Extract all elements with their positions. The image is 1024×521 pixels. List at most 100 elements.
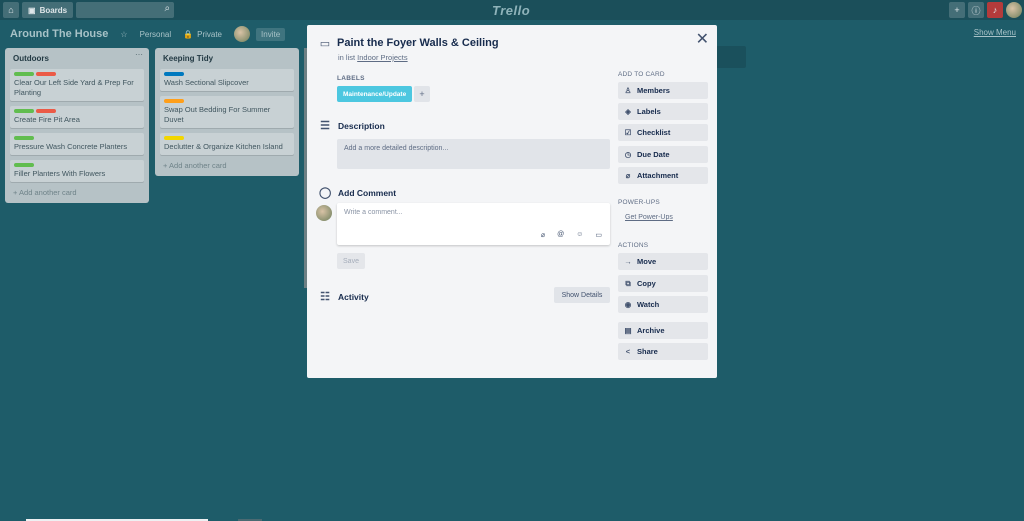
card-text: Declutter & Organize Kitchen Island (164, 142, 283, 151)
list-title[interactable]: Keeping Tidy (163, 54, 291, 63)
add-card-button[interactable]: + Add another card (13, 188, 141, 197)
comment-input[interactable]: Write a comment... ⌀ @ ☺ ▭ (337, 203, 610, 245)
card-detail-modal: ✕ ▭ Paint the Foyer Walls & Ceiling in l… (307, 25, 717, 378)
tag-icon: ◈ (625, 107, 631, 116)
trello-logo[interactable]: Trello (492, 3, 530, 18)
list-outdoors: Outdoors ⋯ Clear Our Left Side Yard & Pr… (5, 48, 149, 203)
attachment-label: Attachment (637, 171, 679, 180)
due-date-label: Due Date (637, 150, 670, 159)
eye-icon: ◉ (624, 300, 632, 309)
home-icon[interactable]: ⌂ (3, 2, 19, 18)
watch-label: Watch (637, 300, 660, 309)
list-card[interactable]: Pressure Wash Concrete Planters (10, 133, 144, 155)
clock-icon: ◷ (624, 150, 632, 159)
card-labels (164, 136, 290, 140)
list-card[interactable]: Filler Planters With Flowers (10, 160, 144, 182)
add-card-button[interactable]: + Add another card (163, 161, 291, 170)
in-list-prefix: in list (338, 53, 358, 62)
member-avatar[interactable] (234, 26, 251, 42)
top-bar: ⌂ ▣ Boards ⌕ Trello + ⓘ ♪ (0, 0, 1024, 20)
card-text: Wash Sectional Slipcover (164, 78, 249, 87)
lock-icon: 🔒 (183, 29, 194, 39)
save-button[interactable]: Save (337, 253, 365, 269)
list-card[interactable]: Swap Out Bedding For Summer Duvet (160, 96, 294, 128)
card-labels (14, 109, 140, 113)
invite-button[interactable]: Invite (256, 27, 286, 41)
list-card[interactable]: Create Fire Pit Area (10, 106, 144, 128)
card-link-icon[interactable]: ▭ (595, 231, 602, 239)
copy-icon: ⧉ (625, 278, 631, 288)
plus-icon[interactable]: + (949, 2, 965, 18)
card-header: ▭ Paint the Foyer Walls & Ceiling (319, 37, 499, 50)
actions-heading: ACTIONS (618, 242, 649, 249)
activity-heading: Activity (338, 291, 369, 302)
show-menu-link[interactable]: Show Menu (974, 28, 1016, 37)
mention-icon[interactable]: @ (557, 231, 564, 239)
boards-label: Boards (39, 5, 68, 15)
add-label-button[interactable]: + (414, 86, 430, 102)
bell-icon[interactable]: ♪ (987, 2, 1003, 18)
share-button[interactable]: < Share (618, 343, 708, 360)
team-visibility-label: Personal (139, 29, 172, 39)
description-input[interactable]: Add a more detailed description... (337, 139, 610, 169)
comment-header: ◯ Add Comment (319, 186, 396, 199)
card-label-green (14, 136, 34, 140)
card-text: Swap Out Bedding For Summer Duvet (164, 105, 271, 124)
close-icon[interactable]: ✕ (696, 29, 709, 49)
card-labels (164, 99, 290, 103)
show-details-button[interactable]: Show Details (554, 287, 610, 303)
boards-button[interactable]: ▣ Boards (22, 2, 74, 18)
avatar[interactable] (1006, 2, 1022, 18)
checklist-label: Checklist (637, 128, 671, 137)
comment-toolbar: ⌀ @ ☺ ▭ (541, 231, 602, 239)
card-label-green (14, 72, 34, 76)
labels-heading: LABELS (337, 75, 365, 82)
card-label-blue (164, 72, 184, 76)
info-icon[interactable]: ⓘ (968, 2, 984, 18)
attachment-button[interactable]: ⌀ Attachment (618, 167, 708, 184)
card-label-orange (164, 99, 184, 103)
board-title[interactable]: Around The House (10, 28, 108, 40)
share-label: Share (637, 347, 658, 356)
due-date-button[interactable]: ◷ Due Date (618, 146, 708, 163)
add-to-card-heading: ADD TO CARD (618, 71, 665, 78)
members-label: Members (637, 86, 670, 95)
list-menu-icon[interactable]: ⋯ (135, 50, 143, 59)
list-card[interactable]: Declutter & Organize Kitchen Island (160, 133, 294, 155)
powerups-heading: POWER-UPS (618, 199, 660, 206)
activity-icon: ☷ (320, 291, 330, 303)
copy-button[interactable]: ⧉ Copy (618, 275, 708, 292)
privacy-button[interactable]: 🔒 Private (183, 30, 222, 39)
list-card[interactable]: Wash Sectional Slipcover (160, 69, 294, 91)
checklist-button[interactable]: ☑ Checklist (618, 124, 708, 141)
arrow-right-icon: → (624, 257, 632, 266)
paperclip-icon[interactable]: ⌀ (541, 231, 545, 239)
archive-button[interactable]: ▤ Archive (618, 322, 708, 339)
copy-label: Copy (637, 279, 656, 288)
card-label-yellow (164, 136, 184, 140)
watch-button[interactable]: ◉ Watch (618, 296, 708, 313)
search-input[interactable]: ⌕ (76, 2, 175, 18)
card-label-green (14, 163, 34, 167)
label-maintenance[interactable]: Maintenance/Update (337, 86, 413, 102)
activity-header: ☷ Activity (319, 290, 369, 303)
get-powerups-link[interactable]: Get Power-Ups (625, 214, 673, 221)
list-keeping-tidy: Keeping Tidy Wash Sectional Slipcover Sw… (155, 48, 299, 176)
card-title[interactable]: Paint the Foyer Walls & Ceiling (337, 37, 499, 49)
list-title[interactable]: Outdoors (13, 54, 141, 63)
move-button[interactable]: → Move (618, 253, 708, 270)
boards-icon: ▣ (28, 5, 36, 15)
star-icon[interactable]: ☆ (120, 30, 127, 39)
emoji-icon[interactable]: ☺ (576, 231, 583, 239)
list-card[interactable]: Clear Our Left Side Yard & Prep For Plan… (10, 69, 144, 101)
move-label: Move (637, 257, 657, 266)
members-button[interactable]: ♙ Members (618, 82, 708, 99)
add-list-button[interactable] (716, 46, 746, 68)
checklist-icon: ☑ (624, 128, 632, 137)
archive-label: Archive (637, 326, 665, 335)
card-labels (14, 72, 140, 76)
team-visibility[interactable]: Personal (140, 30, 172, 39)
description-icon: ☰ (320, 120, 330, 132)
labels-button[interactable]: ◈ Labels (618, 103, 708, 120)
list-link[interactable]: Indoor Projects (357, 53, 407, 62)
